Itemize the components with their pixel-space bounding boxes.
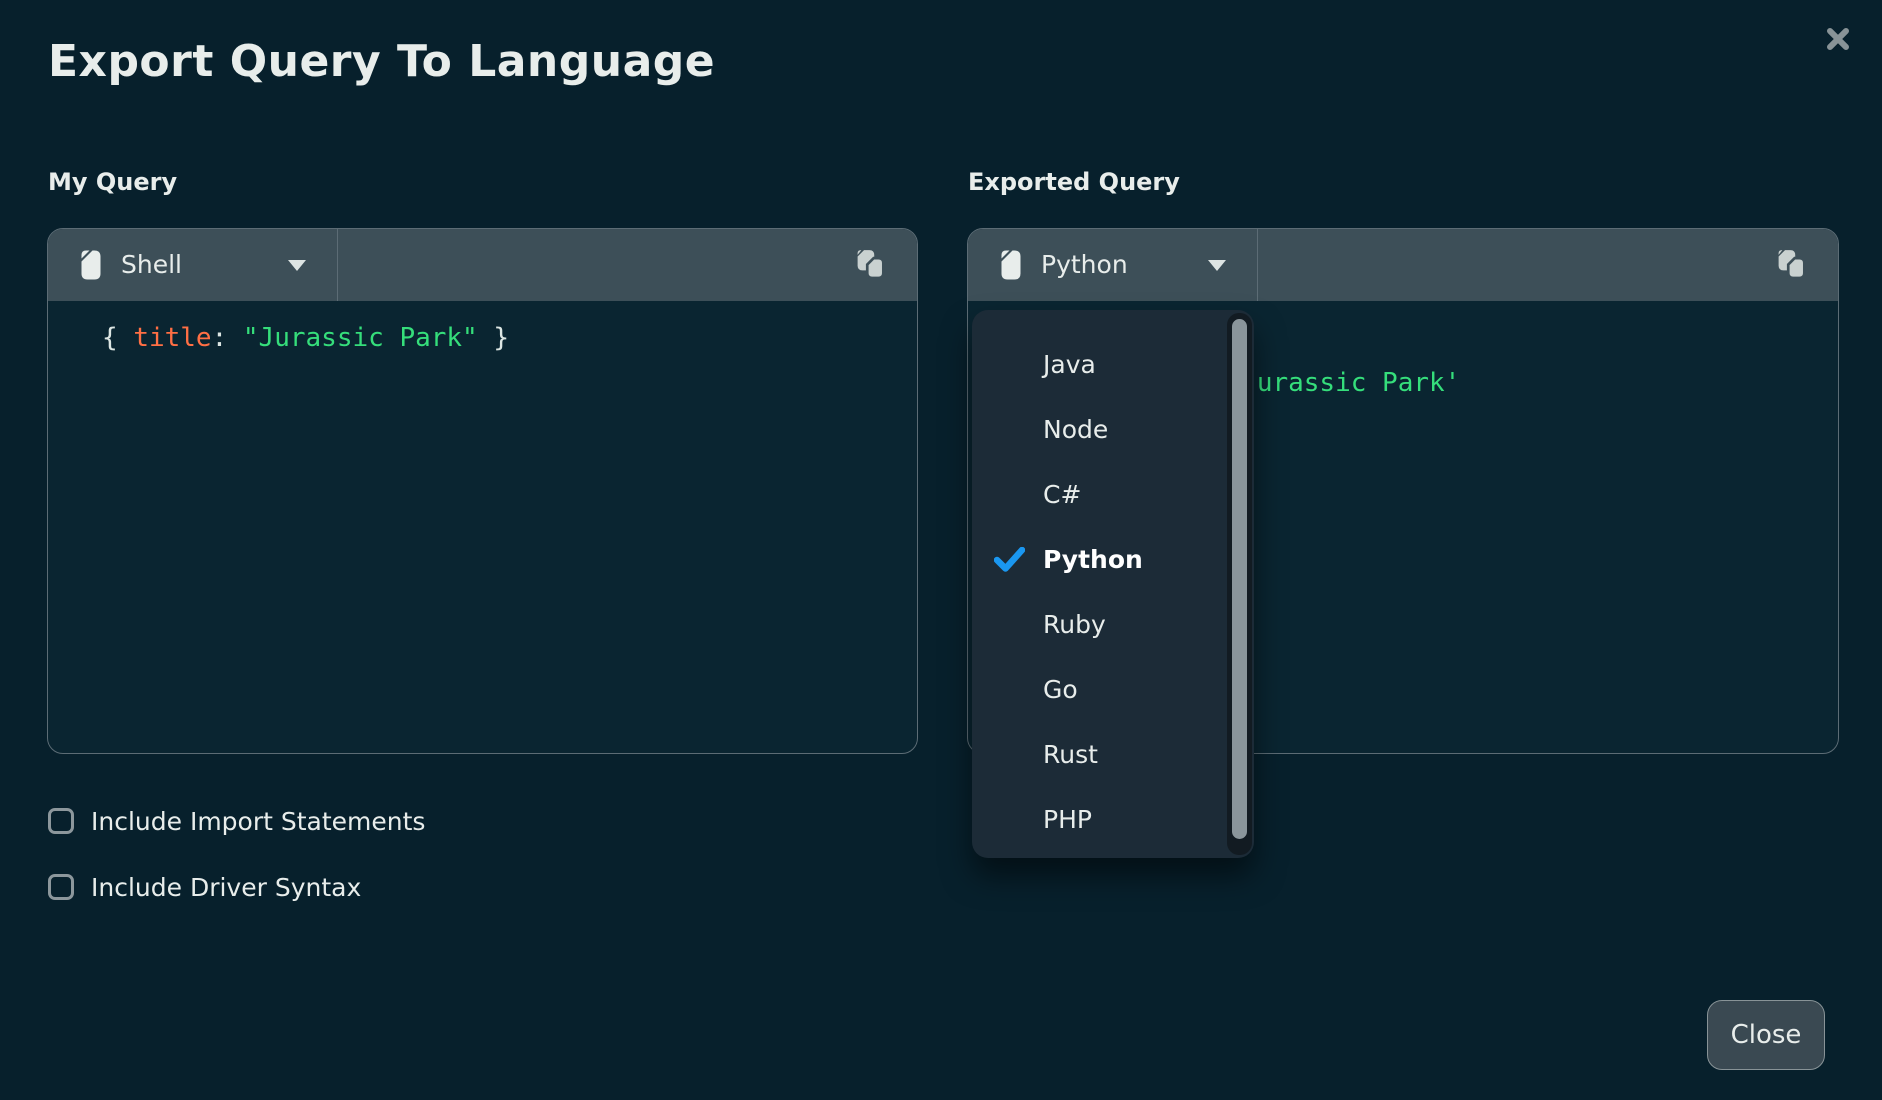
checkbox-label: Include Driver Syntax [91,873,361,902]
my-query-panel-header: Shell [48,229,917,301]
menu-item-label: Rust [1043,740,1098,769]
copy-icon [856,249,886,279]
menu-item-python[interactable]: Python [972,527,1254,592]
code-token-string: "Jurassic Park" [243,323,478,353]
checkmark-icon [994,547,1025,572]
chevron-down-icon [288,260,306,271]
menu-item-csharp[interactable]: C# [972,462,1254,527]
menu-item-go[interactable]: Go [972,657,1254,722]
dropdown-scrollbar-thumb[interactable] [1232,319,1247,839]
dialog-title: Export Query To Language [48,36,715,87]
menu-item-label: PHP [1043,805,1092,834]
copy-icon [1777,249,1807,279]
menu-item-label: Go [1043,675,1078,704]
close-icon-button[interactable] [1820,22,1856,58]
menu-item-label: Java [1043,350,1096,379]
checkbox-label: Include Import Statements [91,807,425,836]
copy-my-query-button[interactable] [851,247,891,283]
menu-item-label: Ruby [1043,610,1106,639]
include-driver-syntax-checkbox[interactable] [48,874,74,900]
code-token-string: 'Jurassic Park' [1226,368,1461,398]
menu-item-php[interactable]: PHP [972,787,1254,852]
x-icon [1825,26,1851,52]
code-line: { title: "Jurassic Park" } [102,316,917,361]
menu-item-java[interactable]: Java [972,332,1254,397]
my-query-code-editor[interactable]: { title: "Jurassic Park" } [48,301,917,753]
code-token: { [102,323,133,353]
include-import-statements-option[interactable]: Include Import Statements [48,805,425,837]
selected-language-label: Shell [121,229,182,301]
selected-language-label: Python [1041,229,1128,301]
close-button[interactable]: Close [1707,1000,1825,1070]
include-import-statements-checkbox[interactable] [48,808,74,834]
copy-exported-query-button[interactable] [1772,247,1812,283]
menu-item-rust[interactable]: Rust [972,722,1254,787]
my-query-panel: Shell { title: "Jurassic Park" } [47,228,918,754]
exported-query-label: Exported Query [968,168,1180,196]
menu-item-ruby[interactable]: Ruby [972,592,1254,657]
code-token-key: title [133,323,211,353]
code-token: } [478,323,509,353]
include-driver-syntax-option[interactable]: Include Driver Syntax [48,871,361,903]
language-dropdown-menu: Java Node C# Python Ruby Go Rust PHP [972,310,1254,858]
code-token: : [212,323,243,353]
exported-language-select[interactable]: Python [968,229,1258,301]
exported-query-panel-header: Python [968,229,1838,301]
file-icon [80,249,102,281]
export-query-dialog: Export Query To Language My Query Shell [0,0,1882,1100]
menu-item-node[interactable]: Node [972,397,1254,462]
chevron-down-icon [1208,260,1226,271]
my-query-language-select[interactable]: Shell [48,229,338,301]
dropdown-scrollbar-track[interactable] [1227,313,1252,855]
menu-item-label: Node [1043,415,1108,444]
menu-item-label: C# [1043,480,1081,509]
file-icon [1000,249,1022,281]
my-query-label: My Query [48,168,177,196]
menu-item-label: Python [1043,545,1143,574]
